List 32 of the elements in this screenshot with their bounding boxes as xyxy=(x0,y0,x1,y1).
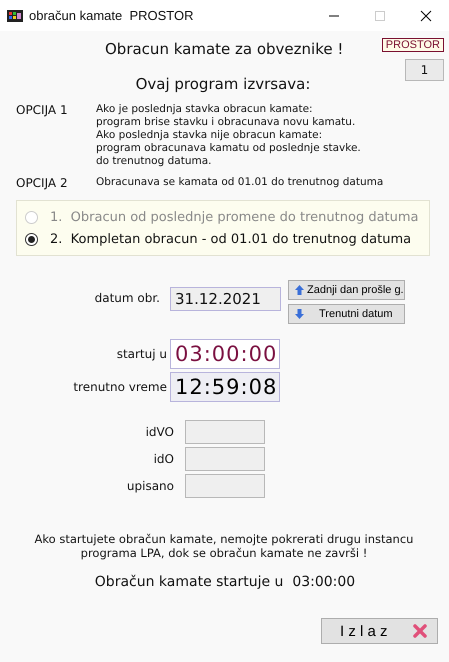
intro-text: Ovaj program izvrsava: xyxy=(134,75,312,93)
close-icon xyxy=(413,624,427,638)
up-arrow-icon xyxy=(295,285,304,295)
option-description: Ako je poslednja stavka obracun kamate: program brise stavku i obracunava novu kamatu. Ako poslednja stavka nije obracun kamate: program obracunava kamatu od poslednje stavke. do trenutnog datuma. xyxy=(96,103,361,168)
field-label: idVO xyxy=(144,425,174,439)
option-label: OPCIJA 1 xyxy=(16,103,69,119)
mode-radio: 1. Obracun od poslednje promene do trenutnog datuma xyxy=(25,206,421,228)
date-button[interactable]: Trenutni datum xyxy=(288,304,405,324)
time-field: 12:59:08 xyxy=(170,372,280,402)
warning-text: Ako startujete obračun kamate, nemojte pokrerati drugu instancu programa LPA, dok se obračun kamate ne završi ! xyxy=(34,532,414,560)
counter-field: 1 xyxy=(405,59,444,81)
option-label: OPCIJA 2 xyxy=(16,176,69,190)
field-label: upisano xyxy=(126,479,174,493)
date-button[interactable]: Zadnji dan prošle g. xyxy=(288,280,405,300)
mode-radio[interactable]: 2. Kompletan obracun - od 01.01 do trenutnog datuma xyxy=(25,228,421,250)
window-title: obračun kamate PROSTOR xyxy=(29,8,194,23)
date-field[interactable]: 31.12.2021 xyxy=(170,287,281,311)
prostor-badge: PROSTOR xyxy=(382,38,444,52)
option-description: Obracunava se kamata od 01.01 do trenutnog datuma xyxy=(96,176,384,190)
down-arrow-icon xyxy=(295,309,304,319)
input-field[interactable] xyxy=(185,447,265,471)
field-label: startuj u xyxy=(116,347,167,361)
field-label: trenutno vreme xyxy=(72,380,167,394)
form-title: Obracun kamate za obveznike ! xyxy=(105,40,344,58)
status-text: Obračun kamate startuje u 03:00:00 xyxy=(94,574,356,590)
input-field[interactable] xyxy=(185,420,265,444)
input-field[interactable] xyxy=(185,474,265,498)
field-label: datum obr. xyxy=(94,291,160,305)
app-icon xyxy=(7,8,23,24)
exit-button[interactable]: I z l a z xyxy=(321,618,438,644)
field-label: idO xyxy=(152,452,174,466)
time-field: 03:00:00 xyxy=(170,339,280,369)
